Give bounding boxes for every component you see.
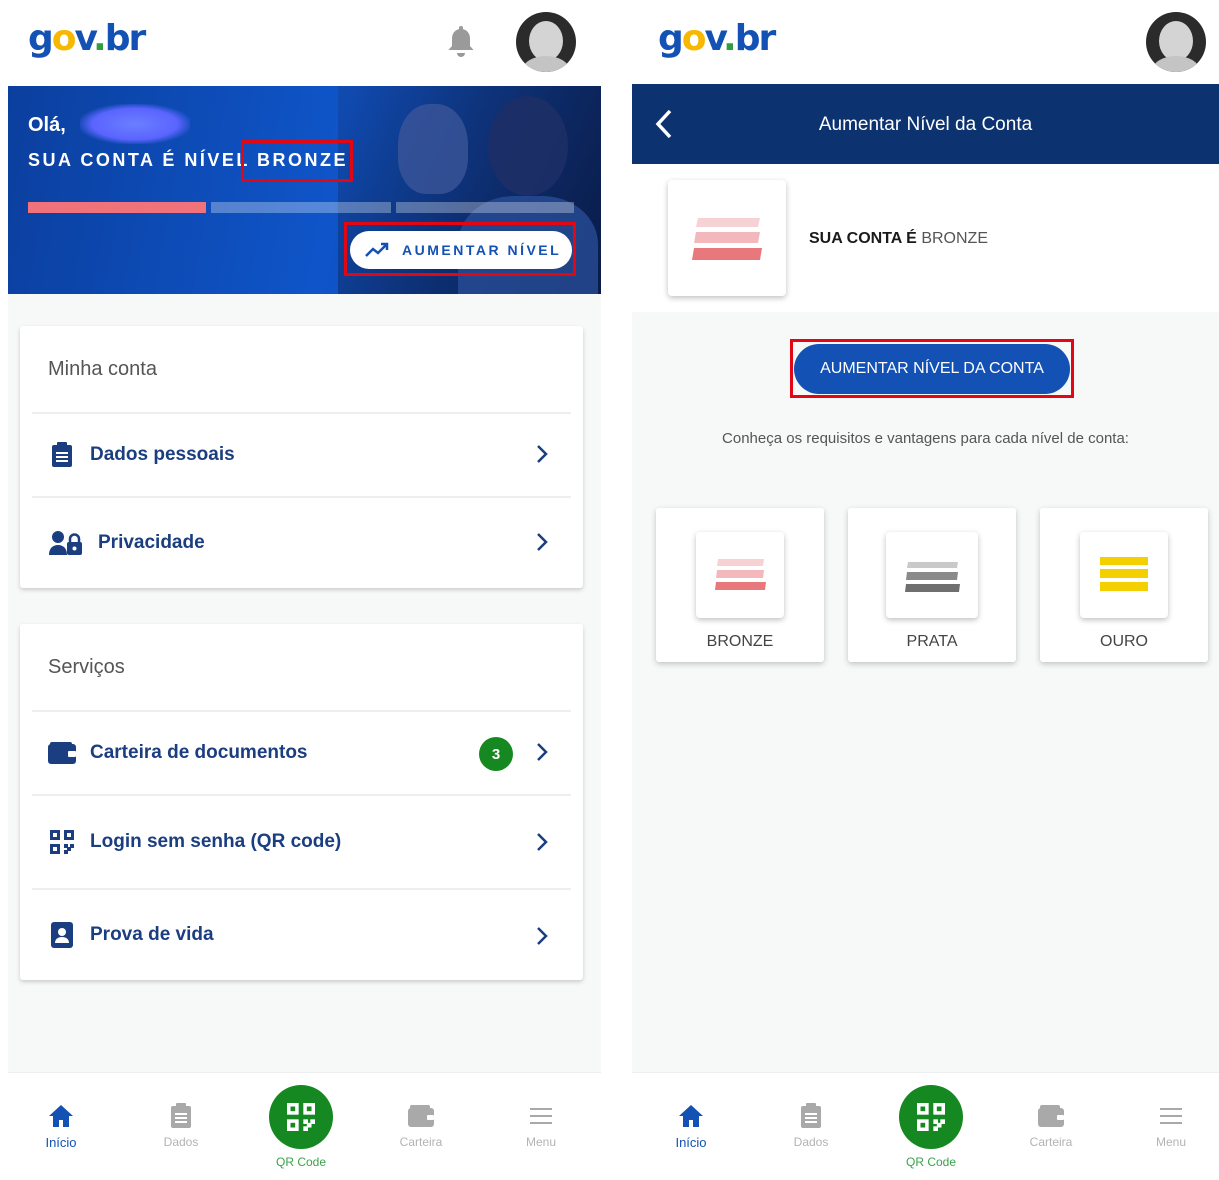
level-prefix: SUA CONTA É NÍVEL [28,150,250,170]
info-text: Conheça os requisitos e vantagens para c… [722,430,1129,447]
current-level-card: SUA CONTA É BRONZE [632,164,1219,312]
menu-item-dados-pessoais[interactable]: Dados pessoais [32,412,571,496]
nav-label: Menu [525,1135,557,1149]
hamburger-menu-icon [1160,1108,1182,1124]
nav-label: Início [675,1135,707,1150]
menu-item-label: Privacidade [98,532,205,553]
bottom-nav: Início Dados QR Code Carteira Menu [8,1072,601,1180]
user-name-redacted [80,104,190,144]
bell-icon[interactable] [445,26,477,60]
greeting: Olá, [28,114,66,136]
qr-code-icon [287,1103,315,1131]
nav-label: Dados [793,1135,829,1149]
tier-card-ouro[interactable]: OURO [1040,508,1208,662]
services-card-title: Serviços [48,656,125,678]
home-icon [679,1105,703,1127]
clipboard-icon [48,441,76,469]
services-card: Serviços Carteira de documentos 3 Login … [20,624,583,980]
menu-item-label: Carteira de documentos [90,742,308,763]
menu-item-prova-de-vida[interactable]: Prova de vida [32,888,571,980]
tier-medal-box [696,532,784,618]
bronze-level-icon [715,559,766,590]
account-label: SUA CONTA É [809,230,917,247]
govbr-logo[interactable]: gov.br [28,18,146,59]
nav-dados[interactable]: Dados [146,1103,216,1149]
nav-menu[interactable]: Menu [1136,1103,1206,1149]
tier-medal-box [1080,532,1168,618]
menu-item-label: Prova de vida [90,924,214,945]
nav-label: Menu [1155,1135,1187,1149]
chevron-right-icon [537,927,548,945]
bottom-nav: Início Dados QR Code Carteira Menu [632,1072,1219,1180]
chevron-right-icon [537,445,548,463]
nav-label: Dados [163,1135,199,1149]
current-level-text: SUA CONTA É BRONZE [809,230,988,248]
page-header: Aumentar Nível da Conta [632,84,1219,164]
tier-label: BRONZE [706,633,774,650]
nav-inicio[interactable]: Início [26,1103,96,1150]
nav-menu[interactable]: Menu [506,1103,576,1149]
screen-home: gov.br Olá, SUA CONTA É NÍVEL BRONZE AUM… [8,0,601,1180]
menu-item-privacidade[interactable]: Privacidade [32,496,571,588]
tier-label: PRATA [906,633,958,650]
top-bar: gov.br [632,0,1219,84]
nav-label: QR Code [905,1155,957,1169]
govbr-logo[interactable]: gov.br [658,18,776,59]
tier-card-bronze[interactable]: BRONZE [656,508,824,662]
screen-raise-level: gov.br Aumentar Nível da Conta SUA CONTA… [632,0,1219,1180]
bronze-medal-box [668,180,786,296]
account-level: BRONZE [921,230,988,247]
nav-label: Início [45,1135,77,1150]
nav-label: Carteira [399,1135,443,1149]
tier-card-prata[interactable]: PRATA [848,508,1016,662]
chevron-right-icon [537,833,548,851]
trending-up-icon [365,242,389,257]
wallet-icon [408,1105,434,1127]
gold-level-icon [1100,557,1148,591]
progress-track-2 [211,202,391,213]
nav-dados[interactable]: Dados [776,1103,846,1149]
menu-item-label: Login sem senha (QR code) [90,831,342,852]
avatar[interactable] [516,12,576,72]
progress-track-3 [396,202,574,213]
id-badge-icon [48,921,76,949]
nav-carteira[interactable]: Carteira [1016,1103,1086,1149]
bronze-level-icon [692,218,762,260]
wallet-icon [1038,1105,1064,1127]
tier-medal-box [886,532,978,618]
qr-code-icon [917,1103,945,1131]
raise-level-label: AUMENTAR NÍVEL [402,242,562,258]
avatar[interactable] [1146,12,1206,72]
qr-code-icon [48,828,76,856]
silver-level-icon [905,562,960,592]
nav-inicio[interactable]: Início [656,1103,726,1150]
menu-item-carteira[interactable]: Carteira de documentos 3 [32,710,571,794]
clipboard-icon [171,1103,191,1128]
level-banner: Olá, SUA CONTA É NÍVEL BRONZE AUMENTAR N… [8,86,601,294]
raise-level-button[interactable]: AUMENTAR NÍVEL [350,231,572,269]
progress-fill [28,202,206,213]
tier-label: OURO [1100,633,1148,650]
notification-badge: 3 [479,737,513,771]
home-icon [49,1105,73,1127]
account-card-title: Minha conta [48,358,157,380]
clipboard-icon [801,1103,821,1128]
hamburger-menu-icon [530,1108,552,1124]
raise-account-level-button[interactable]: AUMENTAR NÍVEL DA CONTA [794,344,1070,394]
account-card: Minha conta Dados pessoais Privacidade [20,326,583,588]
nav-carteira[interactable]: Carteira [386,1103,456,1149]
chevron-right-icon [537,743,548,761]
menu-item-login-qr[interactable]: Login sem senha (QR code) [32,794,571,888]
user-lock-icon [48,529,84,557]
nav-label: Carteira [1029,1135,1073,1149]
chevron-right-icon [537,533,548,551]
nav-qr-code-button[interactable] [269,1085,333,1149]
wallet-icon [48,739,76,767]
nav-label: QR Code [275,1155,327,1169]
top-bar: gov.br [8,0,601,86]
page-title: Aumentar Nível da Conta [818,114,1033,135]
highlight-box-level [241,140,353,182]
nav-qr-code-button[interactable] [899,1085,963,1149]
menu-item-label: Dados pessoais [90,444,235,465]
